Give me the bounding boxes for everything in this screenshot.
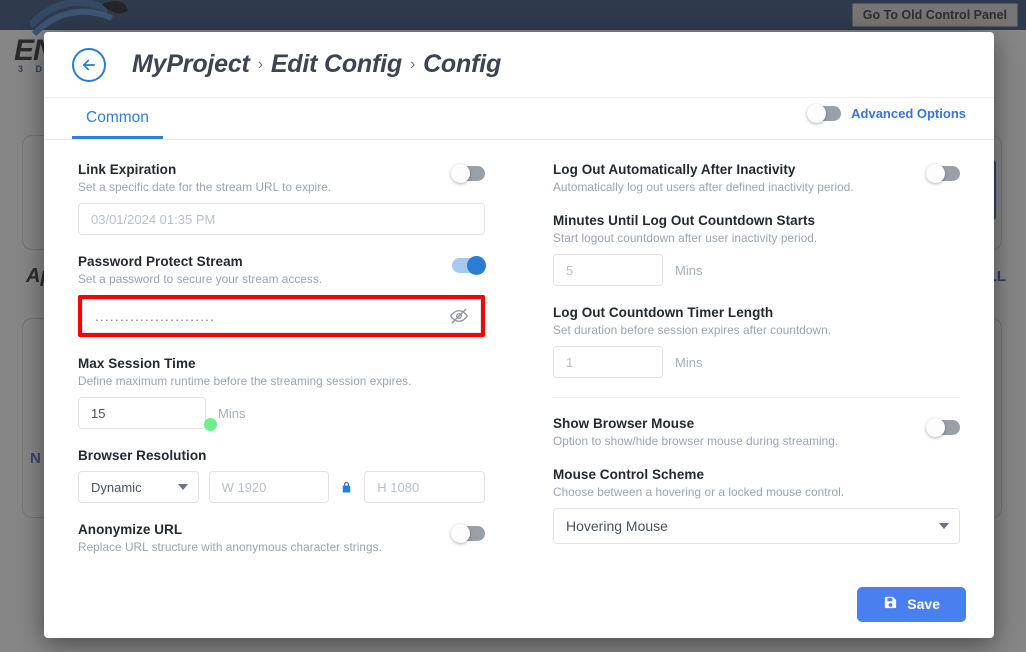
- breadcrumb-config[interactable]: Config: [423, 50, 501, 79]
- eye-off-icon[interactable]: [450, 307, 468, 325]
- show-browser-mouse-title: Show Browser Mouse: [553, 416, 838, 431]
- modal-footer: Save: [44, 570, 994, 638]
- breadcrumb-project[interactable]: MyProject: [132, 50, 250, 79]
- mouse-control-scheme-title: Mouse Control Scheme: [553, 467, 960, 482]
- floppy-disk-icon: [883, 595, 898, 613]
- anonymize-url-desc: Replace URL structure with anonymous cha…: [78, 540, 382, 554]
- field-show-browser-mouse: Show Browser Mouse Option to show/hide b…: [553, 416, 960, 448]
- resolution-height-input[interactable]: H 1080: [364, 471, 485, 503]
- advanced-options-toggle[interactable]: [808, 106, 841, 121]
- save-button-label: Save: [907, 596, 940, 612]
- advanced-options-control: Advanced Options: [808, 106, 966, 121]
- field-anonymize-url: Anonymize URL Replace URL structure with…: [78, 522, 485, 554]
- lock-icon[interactable]: [339, 480, 354, 495]
- password-input-wrapper[interactable]: ........................: [82, 299, 481, 333]
- minutes-until-countdown-desc: Start logout countdown after user inacti…: [553, 231, 960, 245]
- max-session-time-unit: Mins: [218, 406, 245, 421]
- password-protect-title: Password Protect Stream: [78, 254, 322, 269]
- field-link-expiration: Link Expiration Set a specific date for …: [78, 162, 485, 235]
- password-protect-toggle[interactable]: [452, 258, 485, 273]
- link-expiration-toggle[interactable]: [452, 166, 485, 181]
- resolution-width-input[interactable]: W 1920: [209, 471, 330, 503]
- password-input[interactable]: ........................: [95, 309, 215, 324]
- browser-resolution-title: Browser Resolution: [78, 448, 485, 463]
- config-modal: MyProject › Edit Config › Config Common …: [44, 32, 994, 638]
- show-browser-mouse-toggle[interactable]: [927, 420, 960, 435]
- logout-inactivity-toggle[interactable]: [927, 166, 960, 181]
- max-session-time-desc: Define maximum runtime before the stream…: [78, 374, 485, 388]
- save-button[interactable]: Save: [857, 587, 966, 622]
- logout-inactivity-title: Log Out Automatically After Inactivity: [553, 162, 854, 177]
- countdown-timer-length-input[interactable]: 1: [553, 346, 663, 378]
- field-logout-inactivity: Log Out Automatically After Inactivity A…: [553, 162, 960, 194]
- minutes-until-countdown-title: Minutes Until Log Out Countdown Starts: [553, 213, 960, 228]
- max-session-time-title: Max Session Time: [78, 356, 485, 371]
- advanced-options-label[interactable]: Advanced Options: [851, 106, 966, 121]
- tab-common[interactable]: Common: [72, 109, 163, 139]
- countdown-timer-length-title: Log Out Countdown Timer Length: [553, 305, 960, 320]
- link-expiration-date-input[interactable]: 03/01/2024 01:35 PM: [78, 203, 485, 235]
- breadcrumb: MyProject › Edit Config › Config: [132, 50, 501, 79]
- section-divider: [553, 397, 960, 398]
- chevron-down-icon: [939, 523, 949, 529]
- link-expiration-desc: Set a specific date for the stream URL t…: [78, 180, 331, 194]
- breadcrumb-edit-config[interactable]: Edit Config: [271, 50, 402, 79]
- right-settings-column: Log Out Automatically After Inactivity A…: [519, 162, 994, 574]
- breadcrumb-separator-2: ›: [410, 56, 415, 74]
- field-browser-resolution: Browser Resolution Dynamic W 1920 H 1080: [78, 448, 485, 503]
- anonymize-url-toggle[interactable]: [452, 526, 485, 541]
- browser-resolution-value: Dynamic: [91, 480, 142, 495]
- browser-resolution-select[interactable]: Dynamic: [78, 471, 199, 503]
- show-browser-mouse-desc: Option to show/hide browser mouse during…: [553, 434, 838, 448]
- minutes-until-countdown-input[interactable]: 5: [553, 254, 663, 286]
- field-minutes-until-countdown: Minutes Until Log Out Countdown Starts S…: [553, 213, 960, 286]
- modal-header: MyProject › Edit Config › Config: [44, 32, 994, 98]
- mouse-control-scheme-value: Hovering Mouse: [566, 518, 668, 534]
- max-session-time-input[interactable]: 15: [78, 397, 206, 429]
- chevron-down-icon: [178, 484, 188, 490]
- link-expiration-title: Link Expiration: [78, 162, 331, 177]
- countdown-timer-length-unit: Mins: [675, 355, 702, 370]
- minutes-until-countdown-unit: Mins: [675, 263, 702, 278]
- logout-inactivity-desc: Automatically log out users after define…: [553, 180, 854, 194]
- field-max-session-time: Max Session Time Define maximum runtime …: [78, 356, 485, 429]
- field-mouse-control-scheme: Mouse Control Scheme Choose between a ho…: [553, 467, 960, 544]
- tab-bar: Common Advanced Options: [44, 98, 994, 140]
- mouse-control-scheme-select[interactable]: Hovering Mouse: [553, 508, 960, 544]
- mouse-control-scheme-desc: Choose between a hovering or a locked mo…: [553, 485, 960, 499]
- field-password-protect: Password Protect Stream Set a password t…: [78, 254, 485, 337]
- password-field-highlight: ........................: [78, 295, 485, 337]
- modal-body: Link Expiration Set a specific date for …: [44, 140, 994, 574]
- left-settings-column: Link Expiration Set a specific date for …: [44, 162, 519, 574]
- countdown-timer-length-desc: Set duration before session expires afte…: [553, 323, 960, 337]
- field-countdown-timer-length: Log Out Countdown Timer Length Set durat…: [553, 305, 960, 378]
- anonymize-url-title: Anonymize URL: [78, 522, 382, 537]
- breadcrumb-separator-1: ›: [258, 56, 263, 74]
- password-protect-desc: Set a password to secure your stream acc…: [78, 272, 322, 286]
- back-arrow-icon[interactable]: [72, 48, 106, 82]
